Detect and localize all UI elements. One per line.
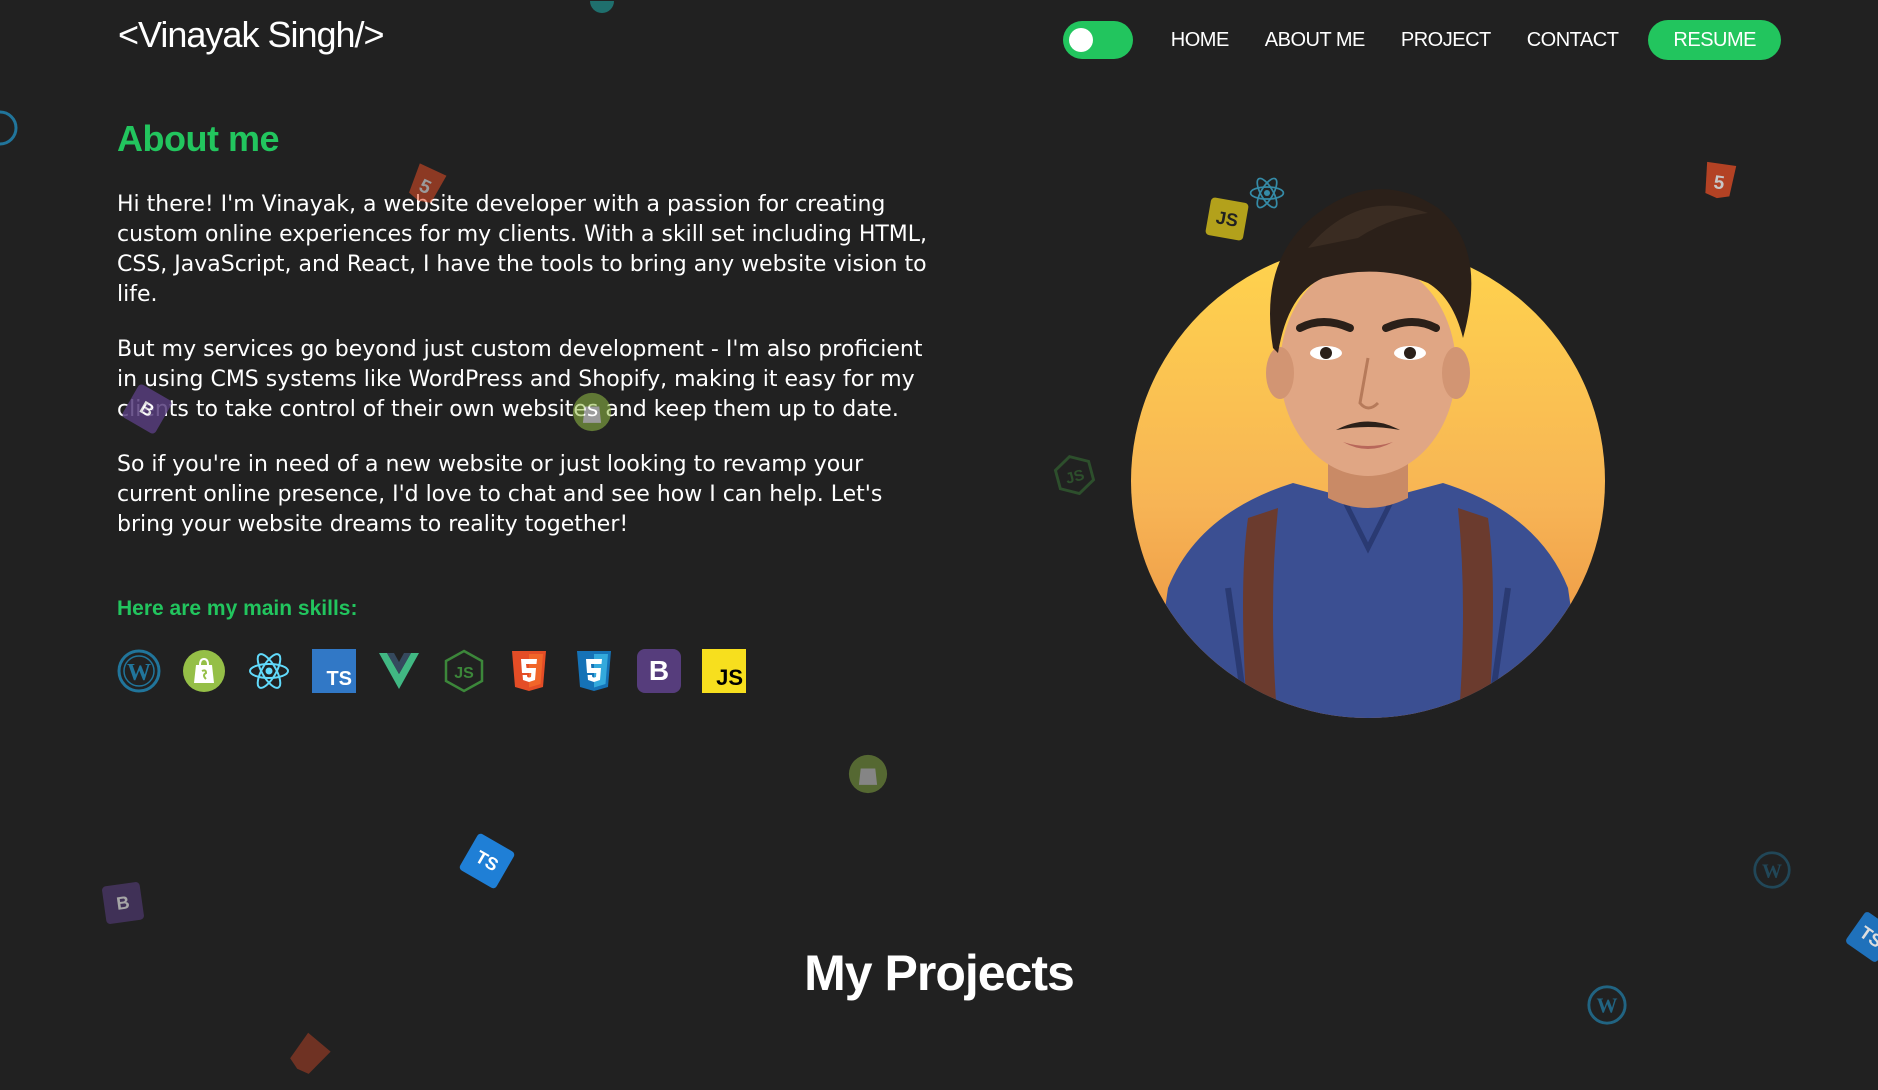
html5-icon xyxy=(507,649,551,693)
react-icon xyxy=(247,649,291,693)
main-nav: HOME ABOUT ME PROJECT CONTACT RESUME xyxy=(1062,19,1781,61)
bootstrap-icon: B xyxy=(637,649,681,693)
about-title: About me xyxy=(117,118,280,159)
nav-contact[interactable]: CONTACT xyxy=(1527,29,1619,52)
svg-text:JS: JS xyxy=(454,665,474,682)
typescript-icon: TS xyxy=(312,649,356,693)
shopify-icon xyxy=(182,649,226,693)
javascript-icon: JS xyxy=(702,649,746,693)
skills-list: W TS JS B JS xyxy=(117,649,767,693)
about-paragraph: Hi there! I'm Vinayak, a website develop… xyxy=(117,192,928,307)
projects-title: My Projects xyxy=(804,945,1075,1001)
nodejs-icon: JS xyxy=(442,649,486,693)
nav-about-me[interactable]: ABOUT ME xyxy=(1265,29,1366,52)
floating-wordpress-icon xyxy=(0,108,20,152)
about-paragraph: But my services go beyond just custom de… xyxy=(117,337,923,422)
floating-html5-icon: 5 xyxy=(1697,158,1741,209)
floating-glow-dot xyxy=(588,0,616,19)
resume-button[interactable]: RESUME xyxy=(1648,20,1781,60)
toggle-knob xyxy=(1068,28,1093,52)
nav-home[interactable]: HOME xyxy=(1171,29,1230,52)
floating-bootstrap-icon: B xyxy=(101,881,145,925)
svg-text:5: 5 xyxy=(1712,172,1726,194)
theme-toggle[interactable] xyxy=(1062,21,1133,59)
nav-project[interactable]: PROJECT xyxy=(1401,29,1491,52)
skills-title: Here are my main skills: xyxy=(117,597,358,620)
svg-text:W: W xyxy=(1762,860,1782,882)
vue-icon xyxy=(377,649,421,693)
floating-html5-icon xyxy=(278,1027,337,1087)
wordpress-icon: W xyxy=(117,649,161,693)
floating-typescript-icon: TS xyxy=(458,832,516,890)
floating-nodejs-icon: JS xyxy=(1049,449,1101,504)
profile-photo xyxy=(1128,168,1608,718)
about-text: Hi there! I'm Vinayak, a website develop… xyxy=(117,190,937,565)
svg-text:W: W xyxy=(127,660,151,686)
floating-shopify-icon xyxy=(848,754,888,798)
floating-wordpress-icon: W xyxy=(1752,850,1792,894)
site-logo[interactable]: <Vinayak Singh/> xyxy=(118,14,385,56)
svg-text:JS: JS xyxy=(1064,467,1086,488)
css3-icon xyxy=(572,649,616,693)
about-paragraph: So if you're in need of a new website or… xyxy=(117,452,883,537)
